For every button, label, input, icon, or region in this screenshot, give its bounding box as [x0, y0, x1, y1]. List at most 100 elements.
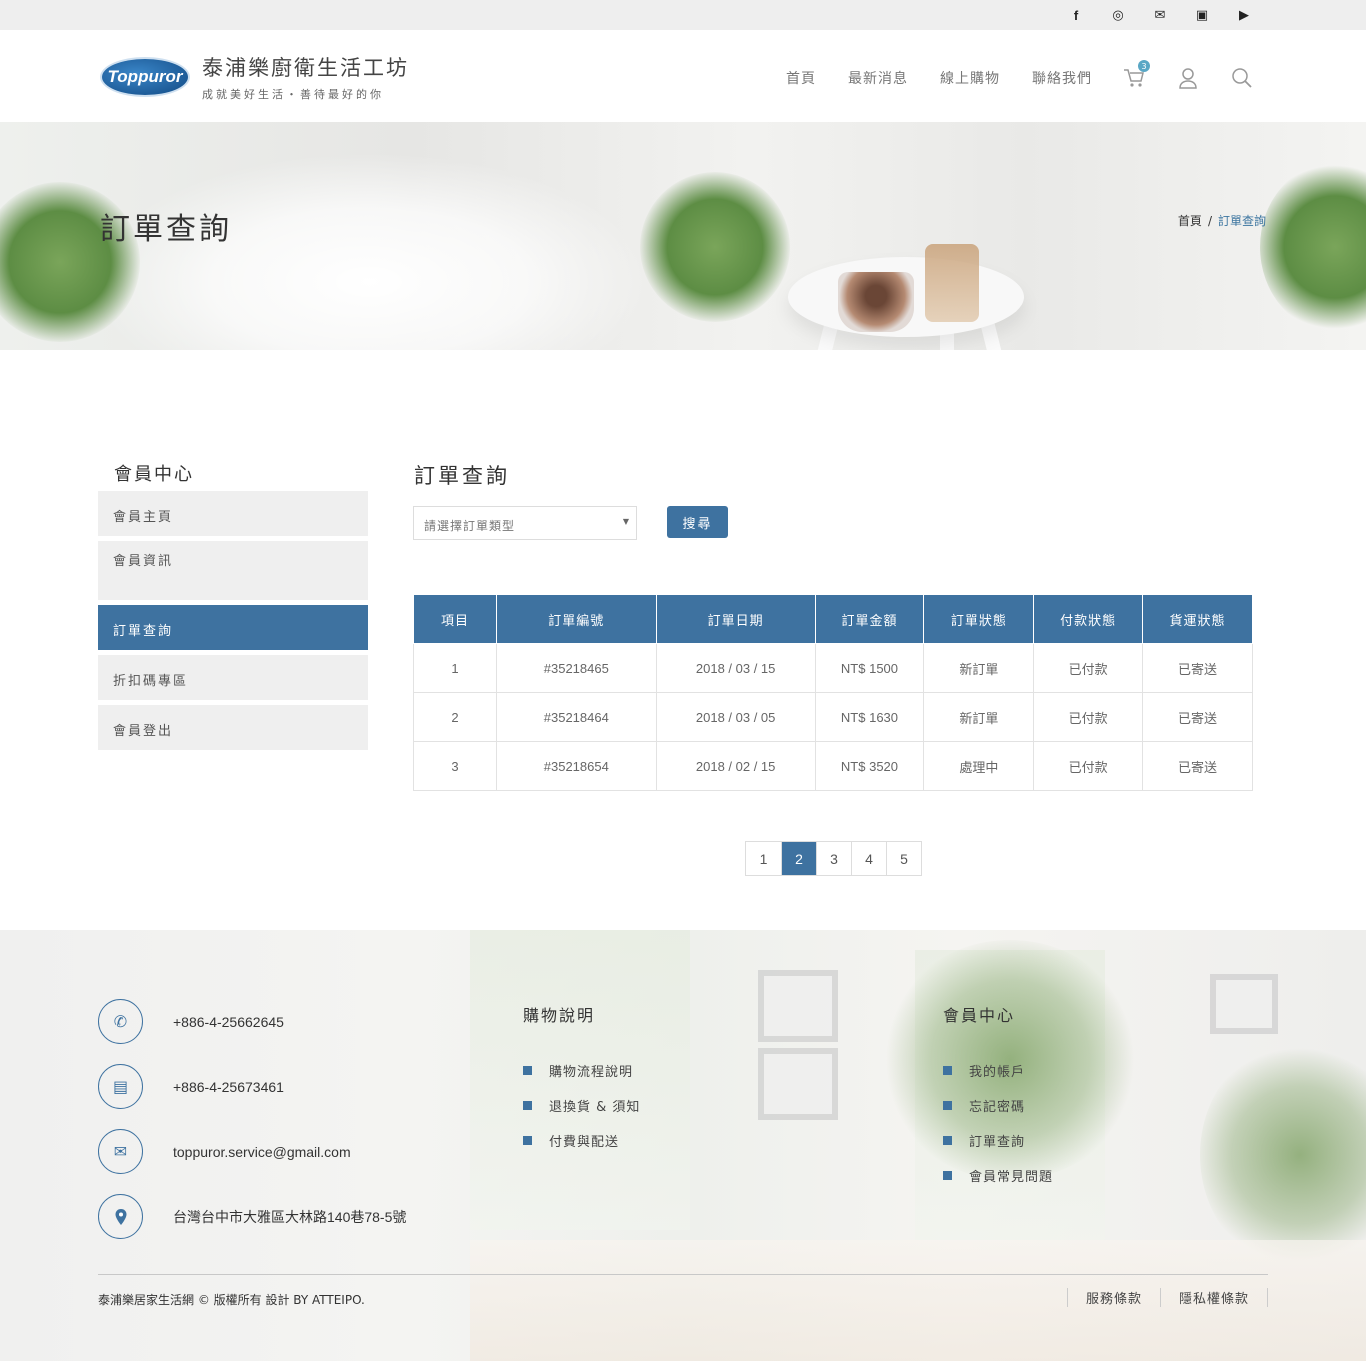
column-header: 訂單日期 — [655, 594, 816, 644]
breadcrumb-separator: / — [1207, 214, 1212, 228]
site-footer: ✆ +886-4-25662645 ▤ +886-4-25673461 ✉ to… — [0, 930, 1366, 1361]
cell-order-amount: NT$ 3520 — [814, 741, 925, 791]
cell-order-number[interactable]: #35218465 — [495, 643, 657, 693]
footer-link-my-account[interactable]: 我的帳戶 — [943, 1053, 1053, 1088]
page-2[interactable]: 2 — [781, 842, 816, 875]
cell-shipping-status: 已寄送 — [1142, 692, 1253, 742]
facebook-icon[interactable]: f — [1066, 7, 1086, 23]
cell-payment-status: 已付款 — [1033, 741, 1144, 791]
privacy-link[interactable]: 隱私權條款 — [1159, 1288, 1268, 1307]
table-row[interactable]: 2 #35218464 2018 / 03 / 05 NT$ 1630 新訂單 … — [413, 692, 1253, 742]
phone-number[interactable]: +886-4-25662645 — [173, 1014, 284, 1030]
cell-order-amount: NT$ 1500 — [814, 643, 925, 693]
site-logo[interactable]: Toppuror 泰浦樂廚衛生活工坊 成就美好生活・善待最好的你 — [100, 52, 409, 102]
cart-count-badge: 3 — [1138, 60, 1150, 72]
terms-link[interactable]: 服務條款 — [1066, 1288, 1160, 1307]
column-header: 付款狀態 — [1033, 594, 1144, 644]
nav-home[interactable]: 首頁 — [786, 68, 816, 88]
table-header-row: 項目 訂單編號 訂單日期 訂單金額 訂單狀態 付款狀態 貨運狀態 — [413, 594, 1253, 644]
copyright: 泰浦樂居家生活網 © 版權所有 設計 BY ATTEIPO. — [98, 1293, 365, 1307]
table-row[interactable]: 1 #35218465 2018 / 03 / 15 NT$ 1500 新訂單 … — [413, 643, 1253, 693]
nav-shop[interactable]: 線上購物 — [940, 68, 1000, 88]
cell-order-status: 新訂單 — [923, 692, 1035, 742]
site-header: Toppuror 泰浦樂廚衛生活工坊 成就美好生活・善待最好的你 首頁 最新消息… — [0, 30, 1366, 122]
sidebar-item-logout[interactable]: 會員登出 — [98, 705, 368, 750]
logo-subtitle: 成就美好生活・善待最好的你 — [202, 88, 384, 101]
logo-title: 泰浦樂廚衛生活工坊 — [202, 56, 409, 80]
member-center-list: 我的帳戶 忘記密碼 訂單查詢 會員常見問題 — [943, 1053, 1053, 1193]
location-icon — [98, 1194, 143, 1239]
breadcrumb: 首頁 / 訂單查詢 — [1178, 212, 1266, 229]
sidebar-item-coupon[interactable]: 折扣碼專區 — [98, 655, 368, 700]
shopping-guide-list: 購物流程說明 退換貨 & 須知 付費與配送 — [523, 1053, 640, 1158]
legal-links: 服務條款 隱私權條款 — [1066, 1288, 1268, 1307]
nav-news[interactable]: 最新消息 — [848, 68, 908, 88]
column-header: 貨運狀態 — [1142, 594, 1253, 644]
contact-phone: ✆ +886-4-25662645 — [98, 999, 284, 1044]
footer-link-order-query[interactable]: 訂單查詢 — [943, 1123, 1053, 1158]
fax-number: +886-4-25673461 — [173, 1078, 284, 1095]
chevron-down-icon: ▼ — [622, 517, 630, 526]
cell-order-number[interactable]: #35218464 — [495, 692, 657, 742]
footer-divider — [98, 1274, 1268, 1275]
order-type-placeholder: 請選擇訂單類型 — [424, 519, 516, 533]
banner-plant-mid — [640, 172, 790, 322]
main-content: 會員中心 會員主頁 會員資訊 訂單查詢 折扣碼專區 會員登出 訂單查詢 請選擇訂… — [0, 350, 1366, 930]
breadcrumb-home[interactable]: 首頁 — [1178, 214, 1202, 228]
logo-mark: Toppuror — [100, 57, 190, 97]
banner-plant-right — [1260, 162, 1366, 332]
column-header: 訂單編號 — [495, 594, 657, 644]
order-type-select[interactable]: 請選擇訂單類型 ▼ — [413, 506, 637, 540]
cell-payment-status: 已付款 — [1033, 643, 1144, 693]
footer-link-return-policy[interactable]: 退換貨 & 須知 — [523, 1088, 640, 1123]
nav-contact[interactable]: 聯絡我們 — [1032, 68, 1092, 88]
wall-frame — [758, 1048, 838, 1120]
footer-link-member-faq[interactable]: 會員常見問題 — [943, 1158, 1053, 1193]
footer-link-payment-delivery[interactable]: 付費與配送 — [523, 1123, 640, 1158]
banner-bowl — [838, 272, 914, 332]
table-row[interactable]: 3 #35218654 2018 / 02 / 15 NT$ 3520 處理中 … — [413, 741, 1253, 791]
main-nav: 首頁 最新消息 線上購物 聯絡我們 3 — [754, 60, 1254, 90]
page-1[interactable]: 1 — [746, 842, 781, 875]
mail-icon[interactable]: ✉ — [1150, 7, 1170, 23]
page-banner: 訂單查詢 首頁 / 訂單查詢 — [0, 122, 1366, 350]
social-links: f ◎ ✉ ▣ ▶ — [1066, 7, 1254, 23]
youtube-icon[interactable]: ▶ — [1234, 7, 1254, 23]
page-4[interactable]: 4 — [851, 842, 886, 875]
cart-icon[interactable]: 3 — [1122, 60, 1150, 90]
cell-shipping-status: 已寄送 — [1142, 741, 1253, 791]
column-header: 項目 — [413, 594, 497, 644]
cell-order-number[interactable]: #35218654 — [495, 741, 657, 791]
cell-order-amount: NT$ 1630 — [814, 692, 925, 742]
cell-index: 2 — [413, 692, 497, 742]
content-title: 訂單查詢 — [414, 464, 510, 488]
cell-order-date: 2018 / 02 / 15 — [655, 741, 816, 791]
wall-frame — [758, 970, 838, 1042]
page-3[interactable]: 3 — [816, 842, 851, 875]
search-button[interactable]: 搜尋 — [667, 506, 728, 538]
user-icon[interactable] — [1176, 66, 1200, 90]
sidebar-item-order-query[interactable]: 訂單查詢 — [98, 605, 368, 650]
footer-link-forgot-password[interactable]: 忘記密碼 — [943, 1088, 1053, 1123]
contact-email: ✉ toppuror.service@gmail.com — [98, 1129, 351, 1174]
contact-fax: ▤ +886-4-25673461 — [98, 1064, 284, 1109]
line-icon[interactable]: ▣ — [1192, 7, 1212, 23]
sidebar-item-member-home[interactable]: 會員主頁 — [98, 491, 368, 536]
cell-index: 1 — [413, 643, 497, 693]
phone-icon: ✆ — [98, 999, 143, 1044]
footer-link-shopping-process[interactable]: 購物流程說明 — [523, 1053, 640, 1088]
order-table: 項目 訂單編號 訂單日期 訂單金額 訂單狀態 付款狀態 貨運狀態 1 #3521… — [413, 594, 1253, 791]
member-sidebar: 會員主頁 會員資訊 訂單查詢 折扣碼專區 會員登出 — [98, 491, 368, 755]
sidebar-item-member-info[interactable]: 會員資訊 — [98, 541, 368, 600]
search-icon[interactable] — [1230, 66, 1254, 90]
page-title: 訂單查詢 — [100, 212, 232, 247]
cell-order-status: 新訂單 — [923, 643, 1035, 693]
instagram-icon[interactable]: ◎ — [1108, 7, 1128, 23]
cell-index: 3 — [413, 741, 497, 791]
page-5[interactable]: 5 — [886, 842, 921, 875]
cell-order-date: 2018 / 03 / 05 — [655, 692, 816, 742]
email-address[interactable]: toppuror.service@gmail.com — [173, 1144, 351, 1160]
cell-payment-status: 已付款 — [1033, 692, 1144, 742]
shopping-guide-title: 購物說明 — [523, 1006, 596, 1025]
cell-order-status: 處理中 — [923, 741, 1035, 791]
